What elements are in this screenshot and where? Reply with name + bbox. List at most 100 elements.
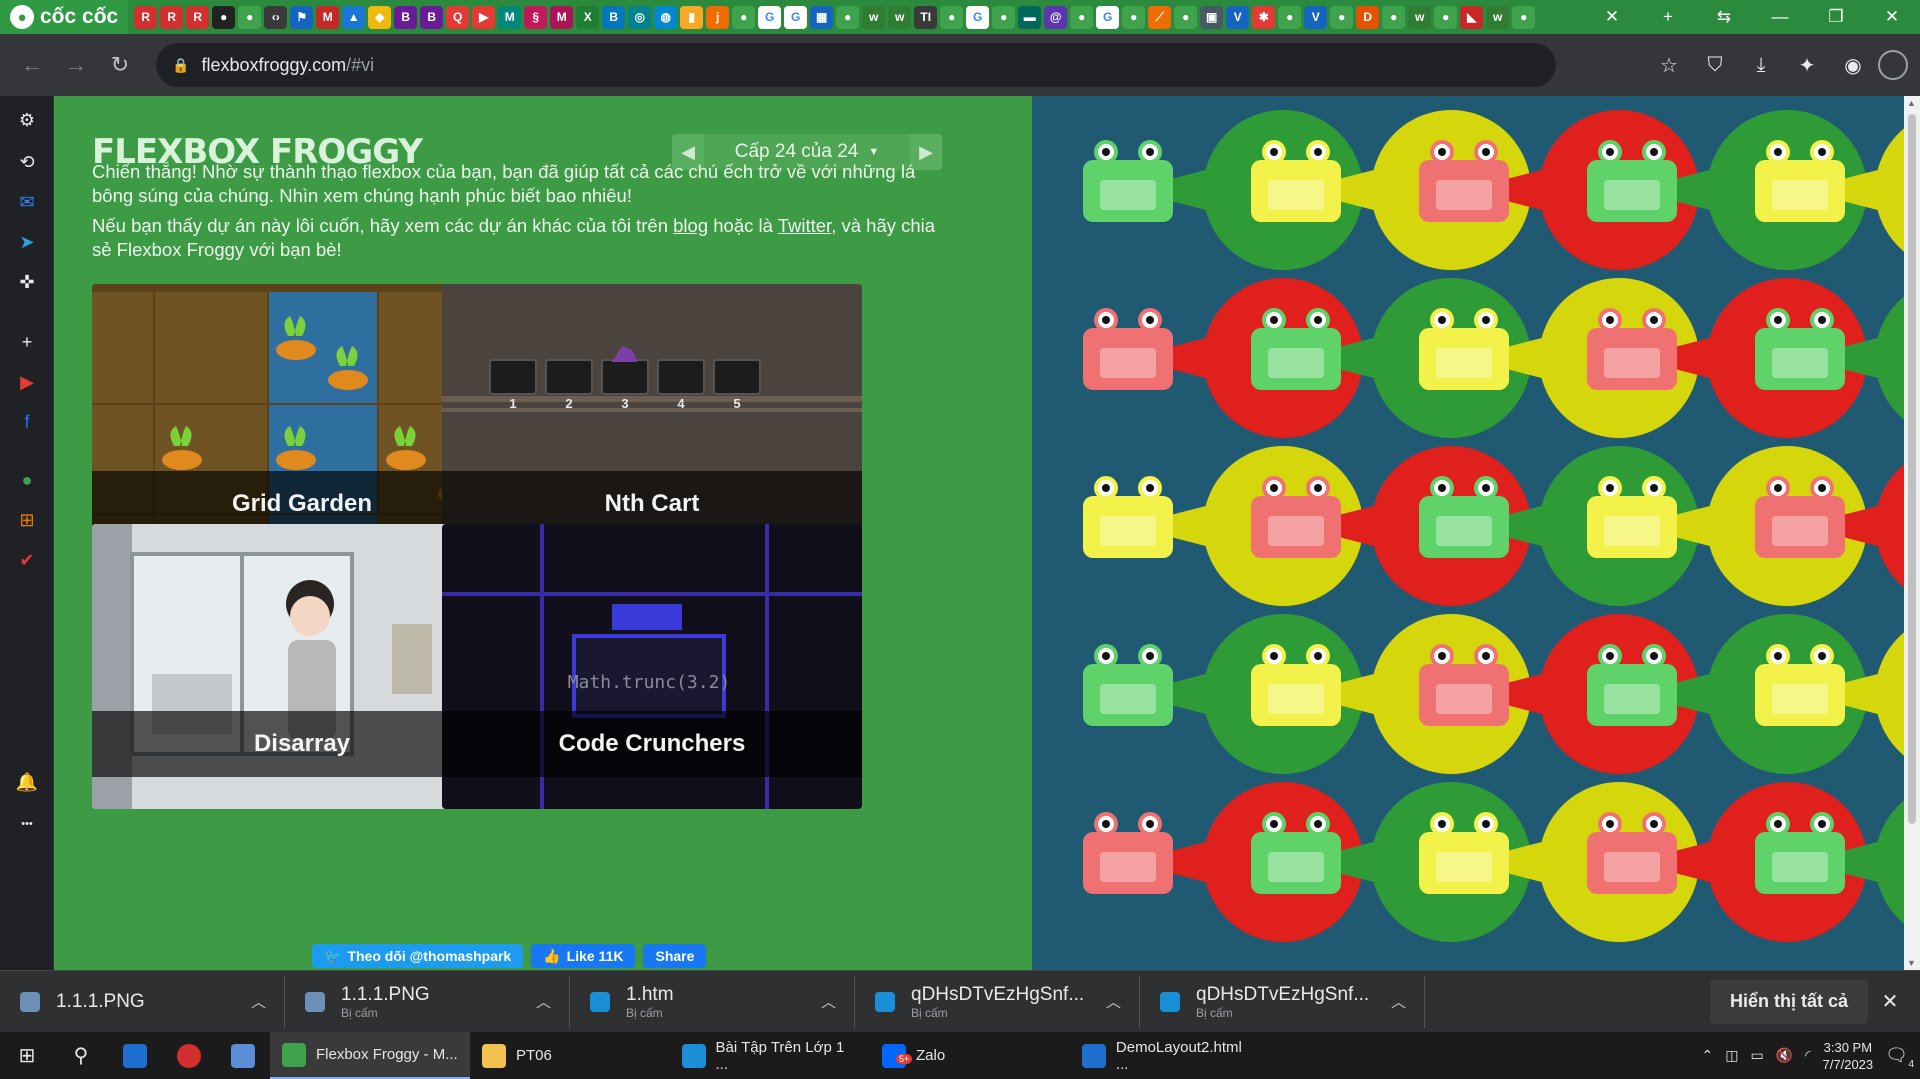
tab-icon-w-2[interactable]: w — [888, 5, 912, 29]
chevron-up-icon[interactable]: ︿ — [1106, 991, 1121, 1012]
tab-icon-r-3[interactable]: R — [186, 5, 210, 29]
tab-icon-coccoc-3[interactable]: ● — [836, 5, 860, 29]
tab-icon-b-1[interactable]: B — [394, 5, 418, 29]
tab-icon-swirl[interactable]: § — [524, 5, 548, 29]
tab-icon-coccoc-8[interactable]: ● — [1174, 5, 1198, 29]
extensions-icon[interactable]: ✦ — [1786, 44, 1828, 86]
twitter-follow-button[interactable]: 🐦 Theo dõi @thomashpark — [312, 944, 524, 968]
bookmark-star-icon[interactable]: ☆ — [1648, 44, 1690, 86]
tab-icon-d[interactable]: D — [1356, 5, 1380, 29]
chevron-up-icon[interactable]: ︿ — [1391, 991, 1406, 1012]
shop-icon[interactable]: ⊞ — [13, 506, 41, 534]
new-tab-icon[interactable]: + — [1640, 0, 1696, 34]
tab-icon-github[interactable]: ● — [212, 5, 236, 29]
wifi-icon[interactable]: ◜ — [1805, 1047, 1810, 1064]
youtube-icon[interactable]: ▶ — [13, 368, 41, 396]
messenger-icon[interactable]: ✉ — [13, 188, 41, 216]
windows-start-icon[interactable]: ⊞ — [0, 1032, 54, 1079]
tab-icon-j[interactable]: j — [706, 5, 730, 29]
tab-icon-grid[interactable]: ▦ — [810, 5, 834, 29]
account-avatar[interactable] — [1878, 50, 1908, 80]
tab-icon-coccoc-5[interactable]: ● — [992, 5, 1016, 29]
garena-icon[interactable] — [162, 1032, 216, 1079]
close-tab-icon[interactable]: ✕ — [1584, 0, 1640, 34]
tab-icon-r-2[interactable]: R — [160, 5, 184, 29]
page-scrollbar[interactable]: ▲ ▼ — [1904, 96, 1920, 970]
history-icon[interactable]: ⟲ — [13, 148, 41, 176]
gamepad-icon[interactable]: ✜ — [13, 268, 41, 296]
scroll-up-icon[interactable]: ▲ — [1907, 98, 1916, 108]
download-item[interactable]: 1.htm Bị cấm ︿ — [570, 975, 855, 1028]
scroll-down-icon[interactable]: ▼ — [1907, 958, 1916, 968]
tab-icon-contacts[interactable]: ▲ — [342, 5, 366, 29]
chevron-up-icon[interactable]: ︿ — [536, 991, 551, 1012]
chevron-up-icon[interactable]: ︿ — [251, 991, 266, 1012]
computer-icon[interactable] — [216, 1032, 270, 1079]
tab-icon-wave[interactable]: ◎ — [628, 5, 652, 29]
tab-icon-ti[interactable]: TI — [914, 5, 938, 29]
taskbar-app[interactable]: Bài Tập Trên Lớp 1 ... — [670, 1032, 870, 1079]
tab-icon-google-2[interactable]: G — [784, 5, 808, 29]
twitter-link[interactable]: Twitter — [778, 215, 831, 236]
tab-icon-w-1[interactable]: w — [862, 5, 886, 29]
reload-button[interactable]: ↻ — [98, 43, 142, 87]
tab-icon-coccoc-7[interactable]: ● — [1122, 5, 1146, 29]
tab-icon-at[interactable]: @ — [1044, 5, 1068, 29]
tab-icon-globe[interactable]: ◍ — [654, 5, 678, 29]
telegram-icon[interactable]: ➤ — [13, 228, 41, 256]
show-all-downloads-button[interactable]: Hiển thị tất cả — [1709, 979, 1868, 1024]
camera-icon[interactable]: ◫ — [1725, 1047, 1738, 1064]
download-icon[interactable]: ⤓ — [1740, 44, 1782, 86]
volume-icon[interactable]: 🔇 — [1776, 1047, 1793, 1064]
tab-icon-v-1[interactable]: V — [1226, 5, 1250, 29]
tab-icon-coccoc-6[interactable]: ● — [1070, 5, 1094, 29]
download-item[interactable]: 1.1.1.PNG Bị cấm ︿ — [285, 975, 570, 1028]
blog-link[interactable]: blog — [673, 215, 708, 236]
close-downloads-icon[interactable]: ✕ — [1868, 980, 1912, 1024]
taskbar-app[interactable]: PT06 — [470, 1032, 670, 1079]
tab-icon-b-3[interactable]: B — [602, 5, 626, 29]
taskbar-app[interactable]: Zalo 5+ — [870, 1032, 1070, 1079]
tab-icon-w-4[interactable]: w — [1486, 5, 1510, 29]
facebook-like-button[interactable]: 👍 Like 11K — [531, 944, 636, 968]
close-window-icon[interactable]: ✕ — [1864, 0, 1920, 34]
chevron-up-icon[interactable]: ︿ — [821, 991, 836, 1012]
notification-center-icon[interactable]: 🗨 4 — [1885, 1045, 1914, 1070]
tab-icon-coccoc-11[interactable]: ● — [1382, 5, 1406, 29]
tab-icon-coccoc-9[interactable]: ● — [1278, 5, 1302, 29]
search-icon[interactable]: ⚲ — [54, 1032, 108, 1079]
facebook-icon[interactable]: f — [13, 408, 41, 436]
tab-icon-flag[interactable]: ⚑ — [290, 5, 314, 29]
taskbar-app[interactable]: DemoLayout2.html ... — [1070, 1032, 1270, 1079]
battery-icon[interactable]: ▭ — [1750, 1047, 1763, 1064]
tray-chevron-icon[interactable]: ⌃ — [1701, 1047, 1713, 1064]
tab-icon-dash[interactable]: ▬ — [1018, 5, 1042, 29]
coccoc-green-icon[interactable]: ● — [13, 466, 41, 494]
taskbar-app[interactable]: Flexbox Froggy - M... — [270, 1032, 470, 1079]
tab-icon-coccoc-2[interactable]: ● — [732, 5, 756, 29]
tab-icon-coccoc-13[interactable]: ● — [1512, 5, 1536, 29]
tab-icon-b-2[interactable]: B — [420, 5, 444, 29]
tab-icon-gmail[interactable]: M — [316, 5, 340, 29]
tab-icon-binance[interactable]: ◆ — [368, 5, 392, 29]
tab-icon-bars[interactable]: ▮ — [680, 5, 704, 29]
tab-search-icon[interactable]: ⇆ — [1696, 0, 1752, 34]
tab-icon-coccoc-12[interactable]: ● — [1434, 5, 1458, 29]
settings-icon[interactable]: ⚙ — [13, 106, 41, 134]
tab-icon-code[interactable]: ‹› — [264, 5, 288, 29]
tab-icon-coccoc-4[interactable]: ● — [940, 5, 964, 29]
tab-icon-m-2[interactable]: M — [550, 5, 574, 29]
more-icon[interactable]: ••• — [13, 810, 41, 838]
profile-icon[interactable]: ◉ — [1832, 44, 1874, 86]
tab-icon-youtube[interactable]: ▶ — [472, 5, 496, 29]
address-bar[interactable]: 🔒 flexboxfroggy.com/#vi — [156, 43, 1556, 87]
tab-icon-box[interactable]: ▣ — [1200, 5, 1224, 29]
tab-icon-google-4[interactable]: G — [1096, 5, 1120, 29]
download-item[interactable]: 1.1.1.PNG ︿ — [0, 975, 285, 1028]
tab-icon-google-3[interactable]: G — [966, 5, 990, 29]
tab-icon-w-3[interactable]: w — [1408, 5, 1432, 29]
minimize-icon[interactable]: — — [1752, 0, 1808, 34]
forward-button[interactable]: → — [54, 43, 98, 87]
download-item[interactable]: qDHsDTvEzHgSnf... Bị cấm ︿ — [855, 975, 1140, 1028]
tab-icon-r-1[interactable]: R — [134, 5, 158, 29]
